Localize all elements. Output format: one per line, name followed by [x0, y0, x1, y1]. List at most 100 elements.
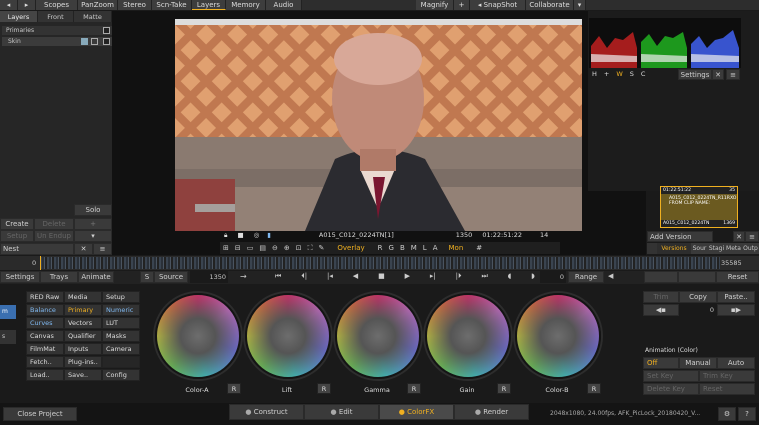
- copy-button[interactable]: Copy: [679, 291, 717, 303]
- grid-icon[interactable]: #: [476, 244, 482, 252]
- menu-icon[interactable]: ≡: [93, 243, 112, 255]
- menu-filmmat[interactable]: FilmMat: [26, 343, 64, 355]
- add-version-button[interactable]: Add Version: [647, 231, 713, 242]
- delete-key-button[interactable]: Delete Key: [643, 383, 699, 395]
- overlay-button[interactable]: Overlay: [337, 244, 364, 252]
- next-arrow-icon[interactable]: ▪▶: [717, 304, 755, 316]
- versions-close-icon[interactable]: ✕: [733, 231, 745, 242]
- plus-icon[interactable]: +: [454, 0, 470, 10]
- split-icon[interactable]: ⊟: [235, 244, 241, 252]
- gamma-wheel[interactable]: [335, 293, 421, 379]
- help-icon[interactable]: ?: [738, 407, 756, 421]
- tab-front[interactable]: Front: [38, 11, 74, 22]
- tab-versions[interactable]: Versions: [657, 243, 691, 254]
- tab-meta[interactable]: Meta: [725, 243, 742, 254]
- left-edge-btn-2[interactable]: s: [0, 330, 16, 344]
- menu-curves[interactable]: Curves: [26, 317, 64, 329]
- mark-in-icon[interactable]: ◖: [508, 272, 512, 282]
- menu-config[interactable]: Config: [102, 369, 140, 381]
- paste-button[interactable]: Paste..: [717, 291, 755, 303]
- gain-wheel[interactable]: [425, 293, 511, 379]
- reverse-icon[interactable]: ◀: [353, 272, 358, 282]
- step-back-icon[interactable]: |◂: [327, 272, 333, 282]
- scopes-button[interactable]: Scopes: [36, 0, 78, 10]
- zoom-in-icon[interactable]: ⊕: [284, 244, 290, 252]
- lift-reset[interactable]: R: [317, 383, 331, 394]
- menu-fetch[interactable]: Fetch..: [26, 356, 64, 368]
- zero-field[interactable]: 0: [540, 271, 566, 283]
- menu-lut[interactable]: LUT: [102, 317, 140, 329]
- viewer-image[interactable]: [175, 19, 582, 231]
- stereo-button[interactable]: Stereo: [118, 0, 152, 10]
- scope-c[interactable]: C: [641, 70, 646, 80]
- back-button[interactable]: ◂: [0, 0, 18, 10]
- collaborate-button[interactable]: Collaborate: [526, 0, 574, 10]
- un-endup-button[interactable]: Un Endup: [34, 230, 74, 242]
- channel-b[interactable]: B: [400, 244, 405, 252]
- scope-close-icon[interactable]: ✕: [712, 69, 724, 80]
- stop-icon[interactable]: ■: [378, 272, 385, 282]
- lock-icon[interactable]: 🔒︎: [224, 231, 227, 240]
- channel-l[interactable]: L: [423, 244, 427, 252]
- panzoom-button[interactable]: PanZoom: [78, 0, 118, 10]
- menu-red-raw[interactable]: RED Raw: [26, 291, 64, 303]
- menu-vectors[interactable]: Vectors: [64, 317, 102, 329]
- menu-plugins[interactable]: Plug-ins..: [64, 356, 102, 368]
- playhead[interactable]: [40, 256, 41, 270]
- wipe-icon[interactable]: ▭: [247, 244, 254, 252]
- versions-menu-icon[interactable]: ≡: [745, 231, 759, 242]
- transport-disabled-2[interactable]: [678, 271, 716, 283]
- goto-icon[interactable]: →: [240, 272, 247, 281]
- set-key-button[interactable]: Set Key: [643, 370, 699, 382]
- primaries-row[interactable]: Primaries: [2, 26, 112, 35]
- collaborate-dropdown-icon[interactable]: ▾: [574, 0, 586, 10]
- tab-colorfx[interactable]: ● ColorFX: [379, 404, 454, 420]
- pen-icon[interactable]: ✎: [319, 244, 325, 252]
- tab-versions-handle[interactable]: [647, 243, 657, 254]
- tab-construct[interactable]: ● Construct: [229, 404, 304, 420]
- globe-icon[interactable]: ◎: [254, 231, 260, 239]
- menu-media[interactable]: Media: [64, 291, 102, 303]
- menu-inputs[interactable]: Inputs: [64, 343, 102, 355]
- fit-icon[interactable]: ⊡: [296, 244, 302, 252]
- close-icon[interactable]: ✕: [74, 243, 93, 255]
- trim-key-button[interactable]: Trim Key: [699, 370, 755, 382]
- setup-button[interactable]: Setup: [0, 230, 34, 242]
- timeline-track[interactable]: [40, 257, 720, 269]
- trim-button[interactable]: Trim: [643, 291, 679, 303]
- transport-disabled-1[interactable]: [644, 271, 678, 283]
- skin-toggle[interactable]: [103, 38, 110, 45]
- first-frame-icon[interactable]: ⏮: [275, 272, 281, 282]
- delete-button[interactable]: Delete: [34, 218, 74, 230]
- color-b-wheel[interactable]: [515, 293, 601, 379]
- scope-w[interactable]: W: [616, 70, 622, 80]
- scn-take-button[interactable]: Scn-Take: [152, 0, 192, 10]
- waveform-scope[interactable]: [589, 18, 741, 68]
- close-project-button[interactable]: Close Project: [3, 407, 77, 421]
- layer-dropdown-icon[interactable]: ▾: [74, 230, 112, 242]
- step-forward-icon[interactable]: ▸|: [430, 272, 436, 282]
- mon-button[interactable]: Mon: [449, 244, 464, 252]
- zoom-out-icon[interactable]: ⊖: [272, 244, 278, 252]
- left-edge-btn-1[interactable]: m: [0, 305, 16, 319]
- trays-button[interactable]: Trays: [40, 271, 78, 283]
- tab-output[interactable]: Outp: [742, 243, 759, 254]
- skin-icon-2[interactable]: [91, 38, 98, 45]
- anim-reset-button[interactable]: Reset: [699, 383, 755, 395]
- anim-auto-button[interactable]: Auto: [717, 357, 755, 369]
- tab-edit[interactable]: ● Edit: [304, 404, 379, 420]
- channel-m[interactable]: M: [411, 244, 417, 252]
- menu-camera[interactable]: Camera: [102, 343, 140, 355]
- tab-render[interactable]: ● Render: [454, 404, 529, 420]
- tab-source[interactable]: Sour: [691, 243, 708, 254]
- tab-layers[interactable]: Layers: [0, 11, 38, 22]
- reset-button[interactable]: Reset: [716, 271, 759, 283]
- scope-menu-icon[interactable]: ≡: [726, 69, 740, 80]
- color-a-reset[interactable]: R: [227, 383, 241, 394]
- menu-save[interactable]: Save..: [64, 369, 102, 381]
- frame-field[interactable]: 1350: [190, 271, 228, 283]
- clip-thumbnail[interactable]: 01:22:51:22 35 A015_C012_0224TN_R11RXO F…: [660, 186, 738, 228]
- primaries-toggle[interactable]: [103, 27, 110, 34]
- camera-icon[interactable]: ■: [237, 231, 243, 239]
- next-key-icon[interactable]: |⏵: [456, 272, 462, 282]
